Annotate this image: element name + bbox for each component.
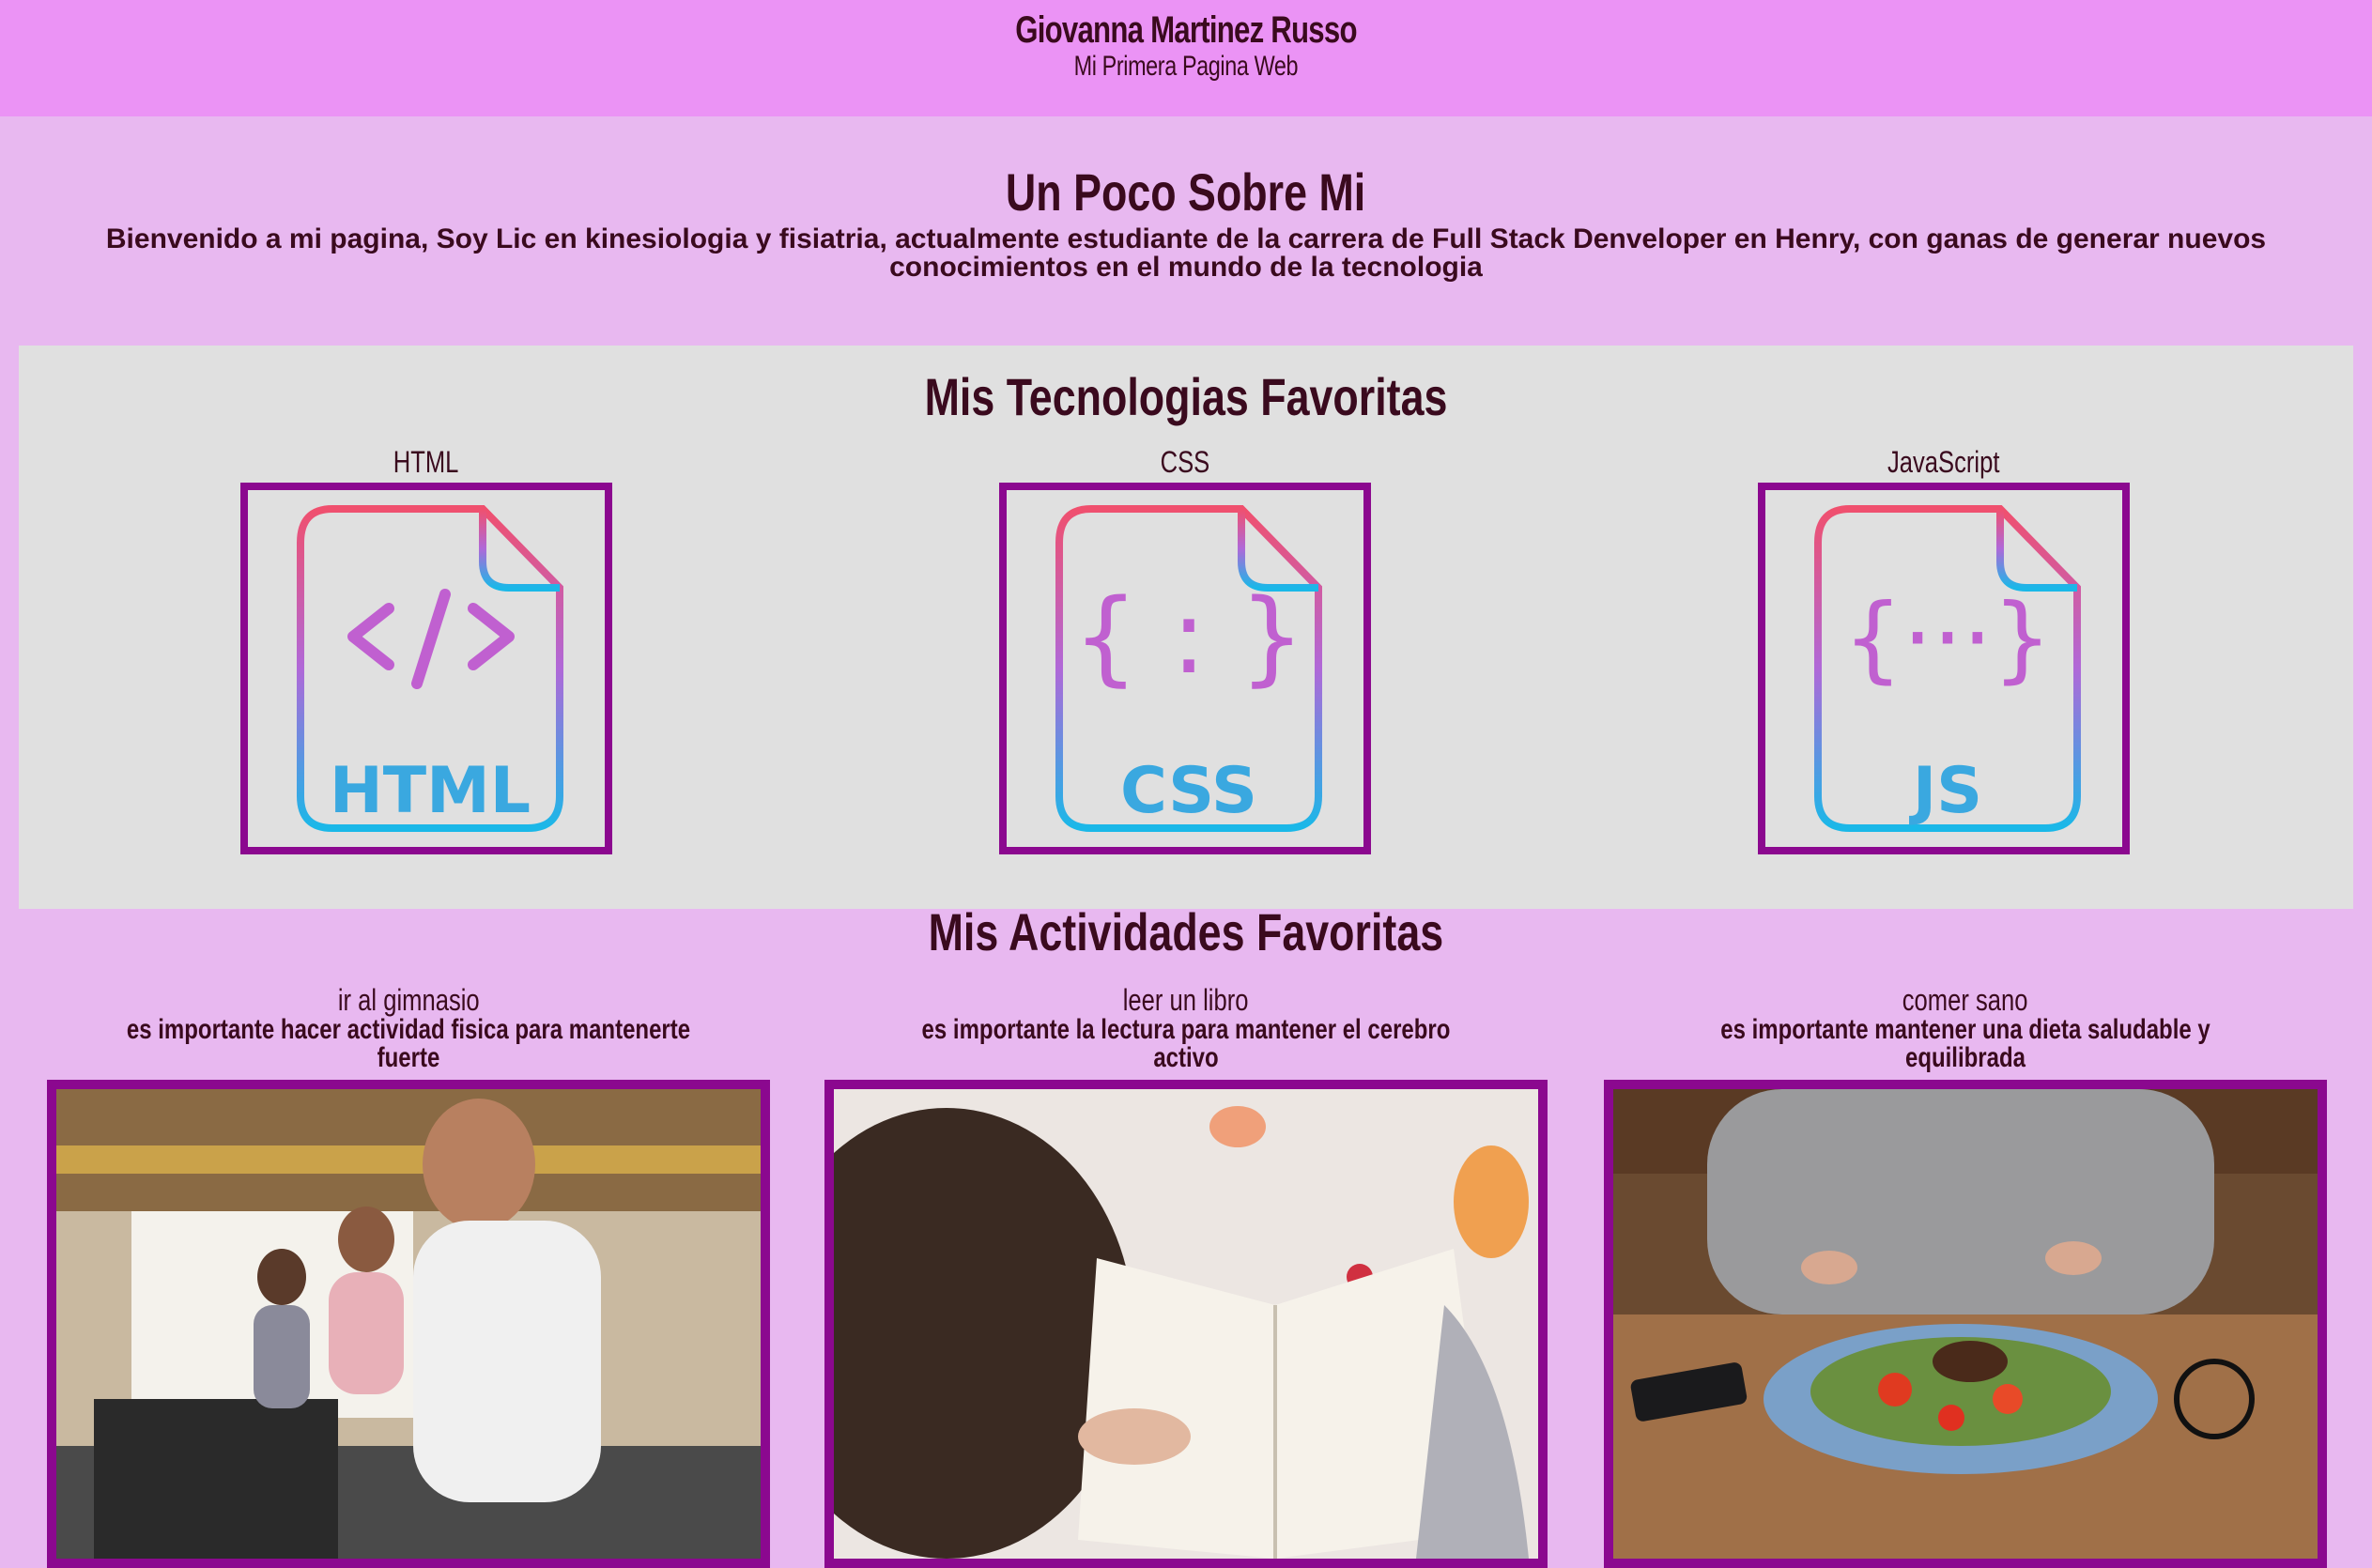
- tech-label: HTML: [393, 445, 459, 479]
- js-file-icon: {···} JS: [1814, 505, 2081, 832]
- tech-icon-frame: {···} JS: [1758, 483, 2130, 854]
- tech-label: JavaScript: [1887, 445, 2000, 479]
- activity-title: ir al gimnasio: [337, 983, 480, 1017]
- site-header: Giovanna Martinez Russo Mi Primera Pagin…: [0, 0, 2372, 116]
- site-subtitle: Mi Primera Pagina Web: [1073, 51, 1299, 82]
- reading-photo: [824, 1080, 1548, 1568]
- tech-item-css: CSS { : } CSS: [997, 445, 1373, 854]
- healthy-food-photo: [1604, 1080, 2327, 1568]
- about-section: Un Poco Sobre Mi Bienvenido a mi pagina,…: [56, 160, 2316, 282]
- tech-item-javascript: JavaScript {···} JS: [1756, 445, 2132, 854]
- tech-icon-frame: { : } CSS: [999, 483, 1371, 854]
- about-text: Bienvenido a mi pagina, Soy Lic en kines…: [105, 223, 2267, 283]
- svg-text:CSS: CSS: [1120, 754, 1257, 828]
- svg-text:HTML: HTML: [330, 754, 531, 828]
- tech-label: CSS: [1160, 445, 1210, 479]
- activity-description: es importante mantener una dieta saludab…: [1720, 1014, 2210, 1073]
- technologies-section: Mis Tecnologias Favoritas HTML HTML CSS …: [19, 346, 2353, 909]
- site-title: Giovanna Martinez Russo: [1015, 9, 1357, 51]
- activities-title: Mis Actividades Favoritas: [928, 902, 1444, 961]
- svg-text:{···}: {···}: [1843, 583, 2053, 693]
- activity-item-gym: ir al gimnasio es importante hacer activ…: [38, 984, 779, 1568]
- activity-item-reading: leer un libro es importante la lectura p…: [815, 984, 1557, 1568]
- html-file-icon: HTML: [297, 505, 563, 832]
- svg-text:{ : }: { : }: [1073, 576, 1305, 697]
- activity-description: es importante la lectura para mantener e…: [921, 1014, 1451, 1073]
- tech-item-html: HTML HTML: [239, 445, 614, 854]
- activity-title: leer un libro: [1123, 983, 1249, 1017]
- tech-icon-frame: HTML: [240, 483, 612, 854]
- css-file-icon: { : } CSS: [1055, 505, 1322, 832]
- activity-description: es importante hacer actividad fisica par…: [126, 1014, 691, 1073]
- gym-photo: [47, 1080, 770, 1568]
- about-title: Un Poco Sobre Mi: [1006, 162, 1366, 222]
- technologies-title: Mis Tecnologias Favoritas: [924, 367, 1448, 426]
- activity-item-healthy-food: comer sano es importante mantener una di…: [1594, 984, 2336, 1568]
- activity-title: comer sano: [1902, 983, 2028, 1017]
- svg-text:JS: JS: [1909, 754, 1982, 828]
